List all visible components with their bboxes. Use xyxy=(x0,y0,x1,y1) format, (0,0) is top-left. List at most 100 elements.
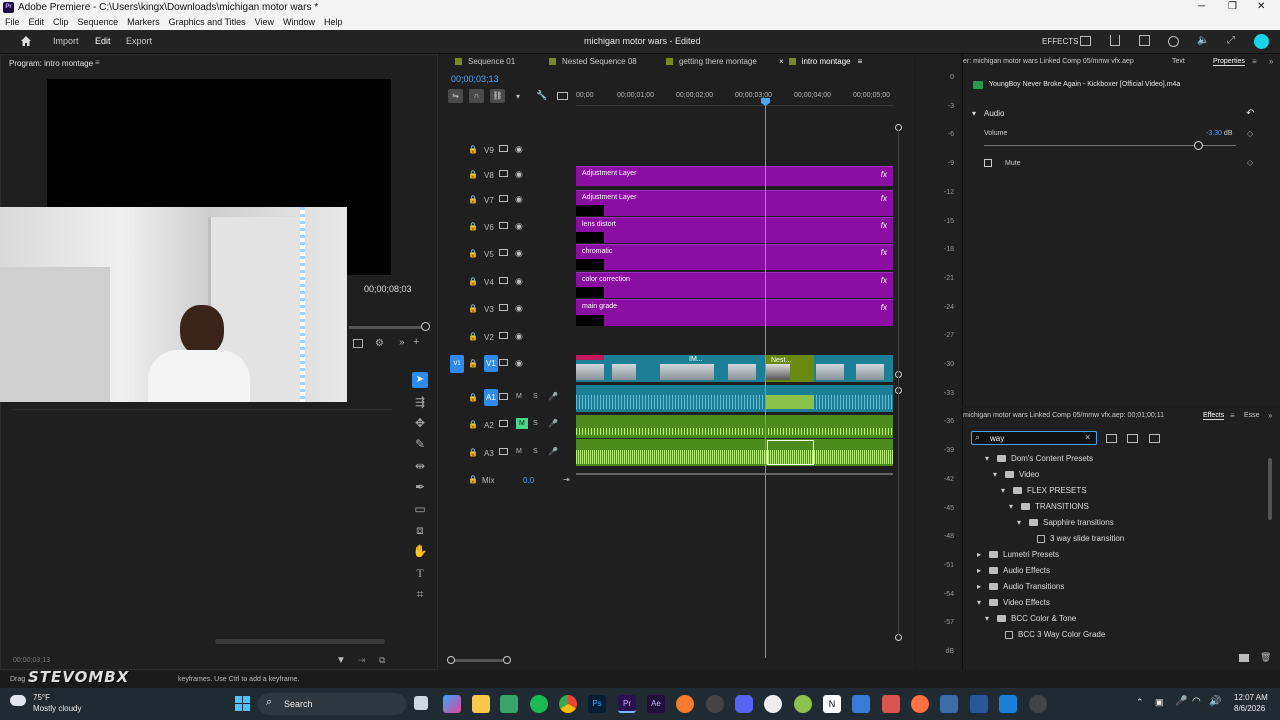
a1-audio-clip[interactable] xyxy=(576,385,893,412)
effects-tree-item[interactable]: ▸ Lumetri Presets xyxy=(977,550,1059,559)
taskbar-search[interactable]: ⌕ Search xyxy=(258,693,406,715)
hand-tool-icon[interactable]: ✋ xyxy=(412,544,428,558)
overwrite-icon[interactable]: ⧉ xyxy=(379,655,385,666)
tab-import[interactable]: Import xyxy=(53,36,79,46)
timeline-hscroll-right[interactable] xyxy=(503,656,511,664)
tab-properties[interactable]: Properties xyxy=(1213,58,1245,66)
accelerated-effects-icon[interactable] xyxy=(1106,434,1117,443)
spotify-icon[interactable] xyxy=(530,695,548,713)
effects-tree-item[interactable]: BCC 3 Way Color Grade xyxy=(993,630,1105,639)
effects-tree-item[interactable]: ▸ Audio Transitions xyxy=(977,582,1064,591)
chevron-down-icon[interactable]: ▾ xyxy=(985,454,993,463)
notepad-icon[interactable] xyxy=(999,695,1017,713)
premiere-icon[interactable]: Pr xyxy=(618,695,636,713)
tab-edit[interactable]: Edit xyxy=(95,36,111,46)
tab-essential[interactable]: Esse xyxy=(1244,412,1260,419)
app-icon[interactable] xyxy=(500,695,518,713)
program-timecode[interactable]: 00;00;08;03 xyxy=(364,284,412,294)
volume-keyframe-icon[interactable]: ◇ xyxy=(1247,129,1253,138)
volume-icon[interactable]: 🔈 xyxy=(1197,35,1209,46)
app-icon[interactable] xyxy=(940,695,958,713)
32bit-effects-icon[interactable] xyxy=(1127,434,1138,443)
tab-getting-there-montage[interactable]: getting there montage xyxy=(666,57,757,66)
home-icon[interactable] xyxy=(20,35,32,47)
close-button[interactable]: ✕ xyxy=(1257,1,1265,12)
panel-overflow-icon[interactable]: » xyxy=(1269,57,1273,66)
effects-tree-item[interactable]: ▾ TRANSITIONS xyxy=(1009,502,1089,511)
export-frame-icon[interactable] xyxy=(353,339,363,348)
panel-menu-icon[interactable]: ≡ xyxy=(1230,411,1235,420)
volume-value[interactable]: -3.30 dB xyxy=(1206,130,1232,137)
zoom-scrub-bar[interactable] xyxy=(349,326,427,329)
bin-scrollbar[interactable] xyxy=(215,639,385,644)
menu-item-file[interactable]: File xyxy=(5,17,20,27)
weather-icon[interactable] xyxy=(10,695,26,706)
file-explorer-icon[interactable] xyxy=(472,695,490,713)
effects-search-input[interactable]: way xyxy=(990,434,1004,443)
delete-icon[interactable]: 🗑 xyxy=(1260,652,1271,663)
tab-export[interactable]: Export xyxy=(126,36,152,46)
selection-tool-icon[interactable]: ➤ xyxy=(412,372,428,388)
effects-scrollbar[interactable] xyxy=(1268,458,1272,520)
effects-tree-item[interactable]: ▾ Video Effects xyxy=(977,598,1050,607)
quick-export-icon[interactable] xyxy=(1139,35,1150,46)
ripple-edit-tool-icon[interactable]: ✥ xyxy=(412,416,428,430)
slip-tool-icon[interactable]: ⇹ xyxy=(412,459,428,473)
weather-temp[interactable]: 75°F xyxy=(33,693,50,702)
menu-item-markers[interactable]: Markers xyxy=(127,17,160,27)
zoom-scrub-handle[interactable] xyxy=(421,322,430,331)
chatgpt-icon[interactable] xyxy=(764,695,782,713)
app-icon[interactable] xyxy=(676,695,694,713)
adjustment-clip-v4[interactable]: color correction fx xyxy=(576,272,893,298)
app-icon[interactable] xyxy=(852,695,870,713)
adjustment-clip-v6[interactable]: lens distort fx xyxy=(576,217,893,243)
new-bin-icon[interactable] xyxy=(1239,654,1249,662)
copilot-icon[interactable] xyxy=(443,695,461,713)
more-controls-icon[interactable]: » xyxy=(399,337,405,348)
task-view-icon[interactable] xyxy=(414,696,428,710)
panel-icon[interactable] xyxy=(1080,36,1091,46)
type-tool-icon[interactable]: T xyxy=(412,566,428,581)
effects-workspace-label[interactable]: EFFECTS xyxy=(1042,37,1078,46)
photoshop-icon[interactable]: Ps xyxy=(588,695,606,713)
microphone-icon[interactable]: 🎤 xyxy=(1175,696,1187,707)
menu-item-window[interactable]: Window xyxy=(283,17,315,27)
timeline-vscroll-track[interactable] xyxy=(898,130,899,635)
settings-icon[interactable]: ⚙ xyxy=(375,338,384,349)
user-avatar[interactable] xyxy=(1254,34,1269,49)
chevron-down-icon[interactable]: ▾ xyxy=(1001,486,1009,495)
app-icon[interactable] xyxy=(882,695,900,713)
reset-icon[interactable]: ↶ xyxy=(1246,108,1254,119)
effects-tree-item[interactable]: ▾ BCC Color & Tone xyxy=(985,614,1076,623)
effects-tree-item[interactable]: 3 way slide transition xyxy=(1025,534,1124,543)
media-player-icon[interactable] xyxy=(1029,695,1047,713)
timeline-vscroll-bottom[interactable] xyxy=(895,634,902,641)
playhead-line[interactable] xyxy=(765,98,766,658)
menu-item-view[interactable]: View xyxy=(255,17,274,27)
v1-clip-strip[interactable]: Nest... IM... xyxy=(576,355,893,382)
tray-overflow-icon[interactable]: ⌃ xyxy=(1136,697,1144,708)
panel-overflow-icon[interactable]: » xyxy=(1268,411,1272,420)
chevron-right-icon[interactable]: ▸ xyxy=(977,566,985,575)
word-icon[interactable] xyxy=(970,695,988,713)
share-icon[interactable] xyxy=(1110,35,1120,46)
adjustment-clip-v8[interactable]: Adjustment Layer fx xyxy=(576,166,893,186)
mute-checkbox[interactable] xyxy=(984,159,992,167)
mute-keyframe-icon[interactable]: ◇ xyxy=(1247,158,1253,167)
windows-start-icon[interactable] xyxy=(235,696,250,711)
chevron-down-icon[interactable]: ▾ xyxy=(977,598,985,607)
panel-menu-icon[interactable]: ≡ xyxy=(95,58,100,67)
effects-tree-item[interactable]: ▾ Sapphire transitions xyxy=(1017,518,1114,527)
chevron-down-icon[interactable]: ▾ xyxy=(985,614,993,623)
audio-section-chevron-icon[interactable]: ▾ xyxy=(972,109,976,118)
panel-menu-icon[interactable]: ≡ xyxy=(1252,57,1257,66)
menu-item-sequence[interactable]: Sequence xyxy=(78,17,119,27)
minimize-button[interactable]: ─ xyxy=(1198,1,1205,12)
tab-linked-comp[interactable]: er: michigan motor wars Linked Comp 05/m… xyxy=(963,58,1134,65)
progress-icon[interactable] xyxy=(1168,36,1179,47)
maximize-button[interactable]: ❐ xyxy=(1228,1,1237,12)
selected-audio-clip[interactable] xyxy=(767,440,814,465)
razor-tool-icon[interactable]: ✎ xyxy=(412,437,428,451)
speaker-icon[interactable]: 🔊 xyxy=(1209,696,1221,707)
chevron-down-icon[interactable]: ▾ xyxy=(1009,502,1017,511)
